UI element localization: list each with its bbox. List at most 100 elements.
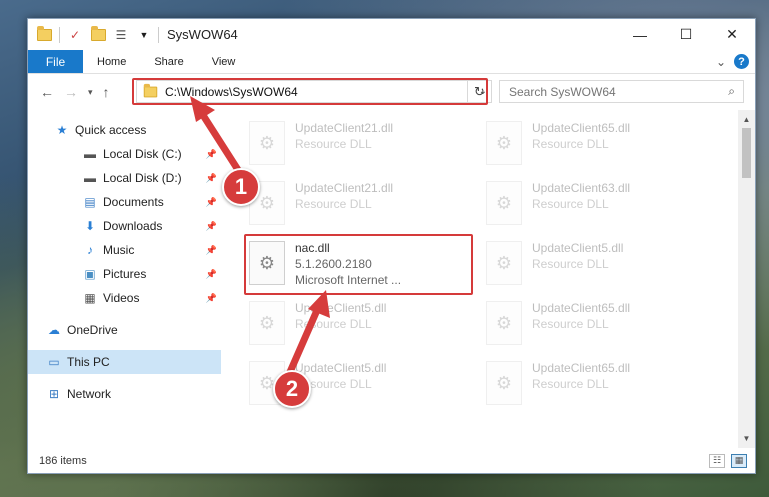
sidebar-item-label: Local Disk (D:) [103,171,182,185]
sidebar-item-label: Downloads [103,219,163,233]
file-name: UpdateClient5.dll [532,241,624,255]
address-path[interactable]: C:\Windows\SysWOW64 [165,85,298,99]
file-item[interactable]: ⚙ UpdateClient21.dll Resource DLL [243,117,453,173]
sidebar-item-downloads[interactable]: ⬇ Downloads 📌 [28,214,221,238]
address-bar[interactable]: C:\Windows\SysWOW64 ⌄ [136,80,492,103]
maximize-button[interactable]: ☐ [663,19,709,50]
scroll-down-icon[interactable]: ▼ [738,431,755,446]
gear-icon: ⚙ [495,372,513,393]
sidebar-item-network[interactable]: ⊞ Network [28,382,221,406]
file-item[interactable]: ⚙ UpdateClient63.dll Resource DLL [480,177,690,233]
sidebar-item-music[interactable]: ♪ Music 📌 [28,238,221,262]
file-name: UpdateClient65.dll [532,121,631,135]
file-item[interactable]: ⚙ UpdateClient65.dll Resource DLL [480,357,690,413]
tab-file[interactable]: File [28,50,83,73]
sidebar-item-label: Documents [103,195,164,209]
close-button[interactable]: ✕ [709,19,755,50]
sidebar-item-label: Quick access [75,123,147,137]
dll-file-icon: ⚙ [249,301,285,345]
file-item[interactable]: ⚙ UpdateClient5.dll Resource DLL [480,237,690,293]
sidebar-item-this-pc[interactable]: ▭ This PC [28,350,221,374]
sidebar-item-documents[interactable]: ▤ Documents 📌 [28,190,221,214]
document-icon: ▤ [84,195,96,209]
file-name: UpdateClient65.dll [532,361,631,375]
details-view-icon[interactable]: ☷ [709,453,725,468]
file-text: UpdateClient21.dll Resource DLL [295,120,393,173]
sidebar-item-label: OneDrive [67,323,118,337]
pin-icon[interactable]: 📌 [206,149,217,160]
file-text: UpdateClient63.dll Resource DLL [532,180,630,233]
search-icon[interactable]: ⌕ [728,84,735,99]
search-box[interactable]: ⌕ [499,80,744,103]
recent-locations-icon[interactable]: ▾ [88,87,93,98]
properties-icon[interactable]: ✓ [67,28,83,42]
cloud-icon: ☁ [48,323,60,337]
search-input[interactable] [509,84,709,99]
sidebar-item-local-disk-d[interactable]: ▬ Local Disk (D:) 📌 [28,166,221,190]
pin-icon[interactable]: 📌 [206,245,217,256]
file-item[interactable]: ⚙ UpdateClient65.dll Resource DLL [480,297,690,353]
refresh-button[interactable]: ↻ [467,80,491,103]
sidebar-item-quick-access[interactable]: ★ Quick access [28,118,221,142]
file-name: UpdateClient21.dll [295,181,394,195]
item-count: 186 items [39,454,87,467]
up-arrow-icon[interactable]: ↑ [103,84,110,100]
scroll-up-icon[interactable]: ▲ [738,112,755,127]
sidebar-item-videos[interactable]: ▦ Videos 📌 [28,286,221,310]
tab-home[interactable]: Home [83,50,140,73]
file-description: Resource DLL [532,257,609,271]
dll-file-icon: ⚙ [486,361,522,405]
gear-icon: ⚙ [258,132,276,153]
navigation-pane: ★ Quick access ▬ Local Disk (C:) 📌 ▬ Local Dis… [28,110,221,448]
dll-file-icon: ⚙ [486,301,522,345]
pin-icon[interactable]: 📌 [206,269,217,280]
chevron-down-icon[interactable]: ▼ [136,28,152,42]
expand-ribbon-icon[interactable]: ⌄ [716,55,726,69]
file-item[interactable]: ⚙ UpdateClient65.dll Resource DLL [480,117,690,173]
customize-toolbar-icon[interactable]: ☰ [113,28,129,42]
tab-share[interactable]: Share [140,50,197,73]
sidebar-item-label: This PC [67,355,110,369]
divider [158,26,159,43]
tab-view[interactable]: View [198,50,250,73]
file-item-nac-dll[interactable]: ⚙ nac.dll 5.1.2600.2180 Microsoft Internet … [243,237,453,293]
pin-icon[interactable]: 📌 [206,173,217,184]
dll-file-icon: ⚙ [486,181,522,225]
gear-icon: ⚙ [495,132,513,153]
minimize-button[interactable]: — [617,19,663,50]
file-item[interactable]: ⚙ UpdateClient21.dll Resource DLL [243,177,453,233]
refresh-icon: ↻ [474,83,485,99]
pin-icon[interactable]: 📌 [206,221,217,232]
gear-icon: ⚙ [495,312,513,333]
file-description: Resource DLL [295,197,372,211]
dll-file-icon: ⚙ [486,121,522,165]
sidebar-item-local-disk-c[interactable]: ▬ Local Disk (C:) 📌 [28,142,221,166]
gear-icon: ⚙ [495,192,513,213]
pin-icon[interactable]: 📌 [206,197,217,208]
status-bar: 186 items ☷ ▦ [28,448,755,473]
scrollbar-thumb[interactable] [742,128,751,178]
file-name: nac.dll [295,241,330,255]
dll-file-icon: ⚙ [249,121,285,165]
download-icon: ⬇ [84,219,96,233]
back-arrow-icon[interactable]: ← [40,84,54,100]
drive-icon: ▬ [84,147,96,161]
help-icon[interactable]: ? [734,54,749,69]
file-text: nac.dll 5.1.2600.2180 Microsoft Internet .… [295,240,401,293]
pictures-icon: ▣ [84,267,96,281]
file-version: 5.1.2600.2180 [295,257,372,271]
drive-icon: ▬ [84,171,96,185]
quick-access-toolbar: ✓ ☰ ▼ [28,25,152,43]
vertical-scrollbar[interactable]: ▲ ▼ [738,110,755,448]
file-text: UpdateClient21.dll Resource DLL [295,180,393,233]
new-folder-icon[interactable] [90,25,106,42]
file-description: Resource DLL [532,317,609,331]
file-item[interactable]: ⚙ UpdateClient5.dll Resource DLL [243,297,453,353]
sidebar-item-onedrive[interactable]: ☁ OneDrive [28,318,221,342]
file-name: UpdateClient5.dll [295,301,387,315]
large-icons-view-icon[interactable]: ▦ [731,453,747,468]
forward-arrow-icon[interactable]: → [64,84,78,100]
sidebar-item-pictures[interactable]: ▣ Pictures 📌 [28,262,221,286]
pin-icon[interactable]: 📌 [206,293,217,304]
